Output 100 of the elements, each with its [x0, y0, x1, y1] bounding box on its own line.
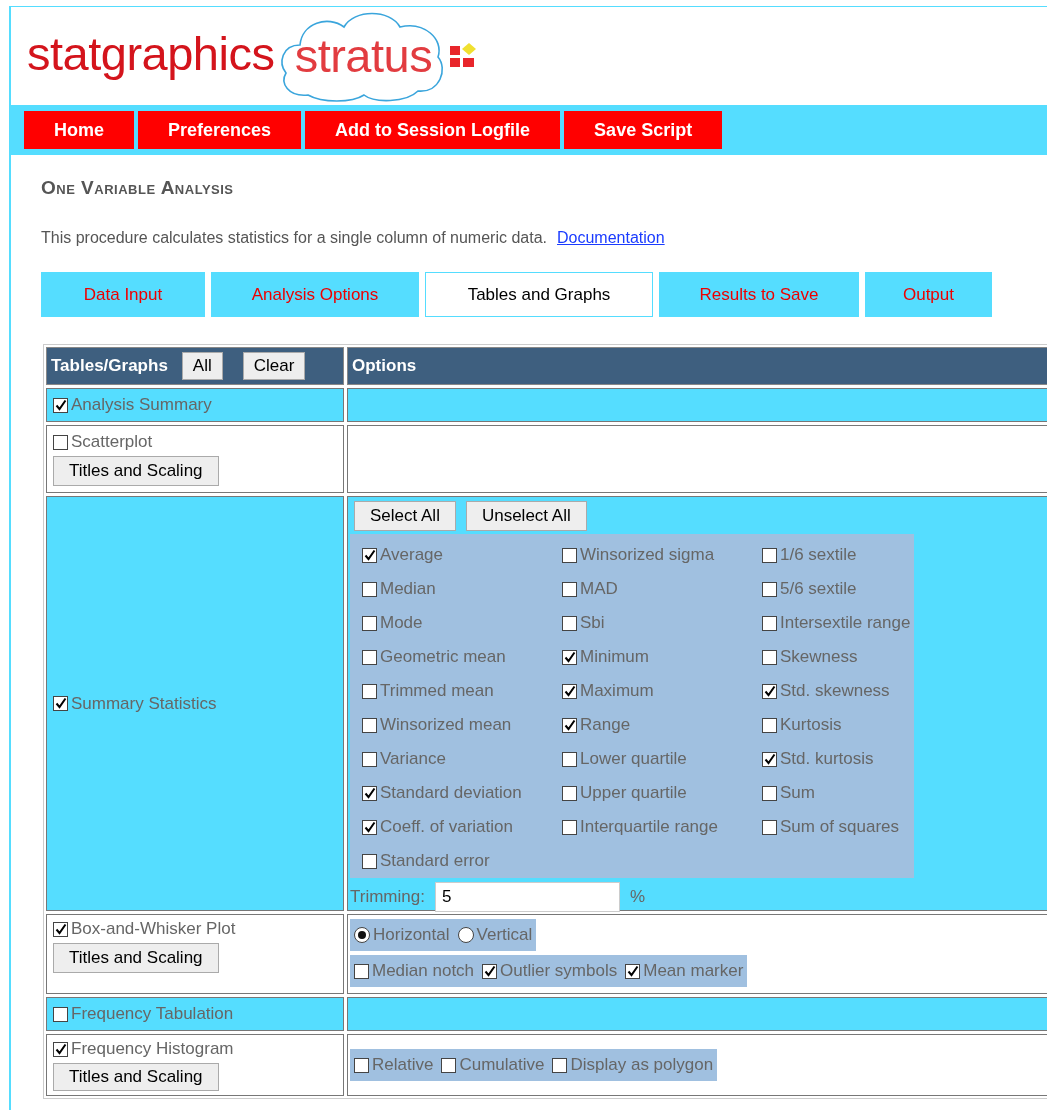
checkbox[interactable]: [762, 819, 777, 835]
checkbox[interactable]: [625, 963, 641, 979]
checkbox[interactable]: [762, 547, 777, 563]
radio-button[interactable]: [457, 927, 474, 943]
checkbox[interactable]: [441, 1057, 457, 1073]
option-label: Box-and-Whisker Plot: [71, 919, 236, 939]
checkbox[interactable]: [762, 751, 777, 767]
nav-button[interactable]: Home: [24, 111, 134, 149]
header-button[interactable]: All: [181, 352, 223, 380]
checkbox[interactable]: [362, 581, 377, 597]
checkbox[interactable]: [362, 751, 377, 767]
checkbox[interactable]: [562, 819, 577, 835]
checkbox[interactable]: [362, 853, 377, 869]
checkbox[interactable]: [362, 615, 377, 631]
checkbox[interactable]: [354, 963, 369, 979]
option-label: Sbi: [580, 613, 605, 633]
checkbox[interactable]: [562, 547, 577, 563]
option-label: Scatterplot: [71, 432, 153, 452]
option-label: Median: [380, 579, 436, 599]
option-label: Mean marker: [643, 961, 744, 981]
page-title: One Variable Analysis: [41, 177, 234, 199]
checkbox[interactable]: [762, 717, 777, 733]
trimming-field[interactable]: 5: [434, 882, 620, 912]
titles-button[interactable]: Titles and Scaling: [53, 1063, 219, 1091]
checkbox[interactable]: [562, 581, 577, 597]
header-button[interactable]: Clear: [242, 352, 306, 380]
checkbox[interactable]: [562, 751, 577, 767]
checkbox[interactable]: [53, 397, 68, 413]
documentation-link[interactable]: Documentation: [557, 229, 665, 247]
option-label: Maximum: [580, 681, 654, 701]
option-label: Skewness: [780, 647, 858, 667]
checkbox[interactable]: [762, 683, 777, 699]
option-label: Display as polygon: [570, 1055, 714, 1075]
tab[interactable]: Tables and Graphs: [425, 272, 653, 317]
option-label: Standard deviation: [380, 783, 522, 803]
option-label: Mode: [380, 613, 423, 633]
option-label: Outlier symbols: [500, 961, 618, 981]
option-label: Vertical: [476, 925, 533, 945]
option-label: Frequency Histogram: [71, 1039, 234, 1059]
checkbox[interactable]: [362, 785, 377, 801]
radio-button[interactable]: [354, 927, 370, 943]
option-label: Geometric mean: [380, 647, 506, 667]
checkbox[interactable]: [53, 434, 68, 450]
column-header: Tables/Graphs: [51, 356, 168, 376]
checkbox[interactable]: [53, 921, 68, 937]
checkbox[interactable]: [562, 785, 577, 801]
option-label: Cumulative: [459, 1055, 545, 1075]
select-button[interactable]: Select All: [354, 501, 456, 531]
checkbox[interactable]: [482, 963, 498, 979]
option-label: Sum: [780, 783, 815, 803]
nav-button[interactable]: Add to Session Logfile: [305, 111, 561, 149]
logo-text: statgraphics: [27, 25, 275, 81]
option-label: Minimum: [580, 647, 649, 667]
option-label: Winsorized mean: [380, 715, 512, 735]
checkbox[interactable]: [362, 819, 377, 835]
checkbox[interactable]: [362, 683, 377, 699]
checkbox[interactable]: [562, 649, 577, 665]
checkbox[interactable]: [552, 1057, 568, 1073]
option-label: Relative: [372, 1055, 434, 1075]
checkbox[interactable]: [53, 1006, 68, 1022]
option-label: Intersextile range: [780, 613, 911, 633]
option-label: Coeff. of variation: [380, 817, 513, 837]
select-button[interactable]: Unselect All: [465, 501, 587, 531]
titles-button[interactable]: Titles and Scaling: [53, 456, 219, 486]
checkbox[interactable]: [362, 547, 377, 563]
option-label: Lower quartile: [580, 749, 687, 769]
titles-button[interactable]: Titles and Scaling: [53, 943, 219, 973]
option-label: Interquartile range: [580, 817, 718, 837]
option-label: Range: [580, 715, 631, 735]
checkbox[interactable]: [562, 615, 577, 631]
option-label: Winsorized sigma: [580, 545, 715, 565]
checkbox[interactable]: [362, 649, 377, 665]
option-label: Variance: [380, 749, 446, 769]
option-label: MAD: [580, 579, 618, 599]
option-label: Trimmed mean: [380, 681, 494, 701]
option-label: Frequency Tabulation: [71, 1004, 234, 1024]
checkbox[interactable]: [53, 1041, 68, 1057]
unit-label: %: [629, 887, 646, 907]
checkbox[interactable]: [762, 785, 777, 801]
option-label: Sum of squares: [780, 817, 900, 837]
option-label: 1/6 sextile: [780, 545, 857, 565]
description-text: This procedure calculates statistics for a single column of numeric data.: [41, 229, 547, 247]
checkbox[interactable]: [762, 581, 777, 597]
checkbox[interactable]: [762, 615, 777, 631]
checkbox[interactable]: [53, 696, 68, 711]
checkbox[interactable]: [354, 1057, 369, 1073]
checkbox[interactable]: [362, 717, 377, 733]
field-label: Trimming:: [350, 887, 425, 907]
nav-button[interactable]: Save Script: [564, 111, 723, 149]
checkbox[interactable]: [762, 649, 777, 665]
checkbox[interactable]: [562, 717, 577, 733]
option-label: Upper quartile: [580, 783, 687, 803]
option-label: Average: [380, 545, 443, 565]
checkbox[interactable]: [562, 683, 577, 699]
option-label: Median notch: [372, 961, 475, 981]
option-label: 5/6 sextile: [780, 579, 857, 599]
option-label: Std. skewness: [780, 681, 890, 701]
nav-button[interactable]: Preferences: [138, 111, 302, 149]
option-label: Kurtosis: [780, 715, 842, 735]
option-label: Standard error: [380, 851, 490, 871]
